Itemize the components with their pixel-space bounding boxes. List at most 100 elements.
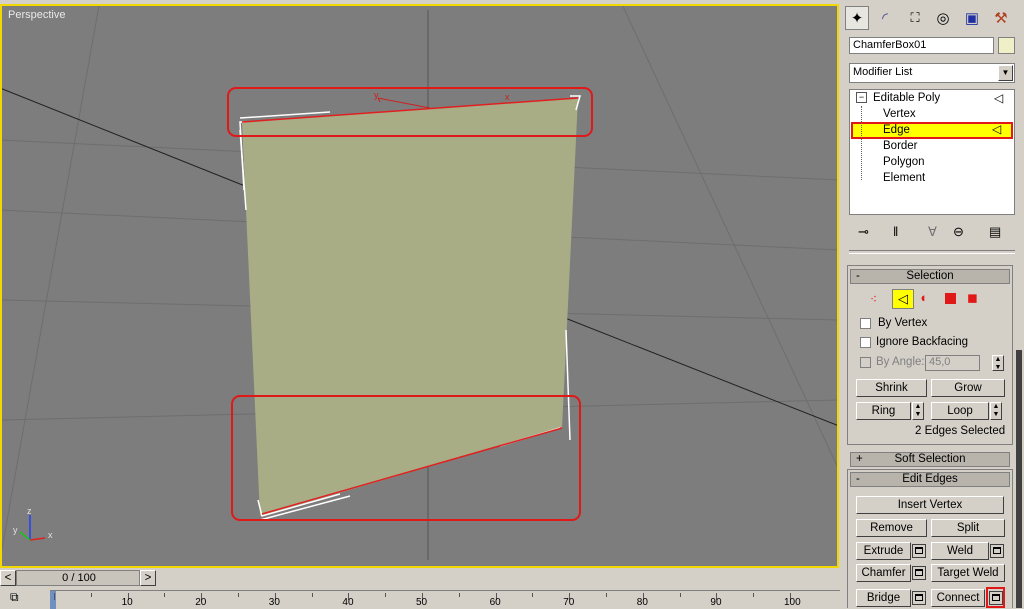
stack-item-border[interactable]: Border — [883, 138, 918, 154]
extrude-button[interactable]: Extrude — [856, 542, 911, 560]
utilities-icon[interactable]: ⚒ — [989, 6, 1013, 30]
shrink-button[interactable]: Shrink — [856, 379, 927, 397]
panel-scrollbar-thumb[interactable] — [1016, 350, 1022, 608]
viewport-scene: y x z y x — [2, 6, 837, 560]
chevron-down-icon[interactable]: ▼ — [998, 65, 1013, 81]
track-bar-toggle-icon[interactable]: ⧉ — [10, 590, 19, 605]
stack-item-edge-highlight — [851, 122, 1013, 139]
time-marker[interactable] — [50, 591, 56, 609]
split-button[interactable]: Split — [931, 519, 1005, 537]
ignore-backfacing-label: Ignore Backfacing — [876, 336, 969, 348]
target-weld-button[interactable]: Target Weld — [931, 564, 1005, 582]
element-mode-icon[interactable]: ◼ — [967, 290, 978, 306]
gizmo-y-label: y — [374, 90, 379, 100]
perspective-viewport[interactable]: Perspective y x z y x — [0, 4, 839, 568]
modifier-list-label: Modifier List — [853, 66, 913, 78]
collapse-icon[interactable]: − — [856, 92, 867, 104]
timeline-tick — [164, 593, 166, 597]
stack-item-element[interactable]: Element — [883, 170, 925, 186]
ignore-backfacing-checkbox[interactable] — [860, 337, 871, 348]
insert-vertex-button[interactable]: Insert Vertex — [856, 496, 1004, 514]
extrude-settings-icon[interactable] — [912, 544, 926, 558]
soft-selection-rollout-header[interactable]: + Soft Selection — [850, 452, 1010, 467]
timeline-tick — [753, 593, 755, 597]
make-unique-icon[interactable]: ∀ — [928, 224, 937, 240]
edit-edges-title: Edit Edges — [902, 473, 958, 485]
border-mode-icon[interactable]: ◖ — [919, 290, 927, 305]
connect-settings-icon[interactable] — [989, 591, 1003, 605]
timeline-tick — [54, 593, 55, 600]
timeline-tick-label: 40 — [342, 597, 354, 608]
motion-icon[interactable]: ◎ — [931, 6, 955, 30]
timeline-tick-label: 70 — [563, 597, 575, 608]
polygon-mode-icon[interactable] — [945, 293, 956, 304]
ring-button[interactable]: Ring — [856, 402, 911, 420]
timeline-tick-label: 100 — [784, 597, 801, 608]
edge-icon: ◁ — [992, 122, 1002, 136]
by-vertex-checkbox[interactable] — [860, 318, 871, 329]
timeline-tick — [606, 593, 607, 597]
svg-text:y: y — [13, 525, 18, 535]
time-slider-frame[interactable]: 0 / 100 — [18, 570, 140, 586]
selection-title: Selection — [906, 270, 954, 282]
modifier-stack — [849, 89, 1015, 215]
pin-stack-icon[interactable]: ⊸ — [858, 224, 869, 240]
object-color-swatch[interactable] — [998, 37, 1015, 54]
ring-spinner[interactable]: ▲ ▼ — [912, 402, 924, 420]
create-icon[interactable]: ✦ — [845, 6, 869, 30]
svg-text:x: x — [48, 530, 53, 540]
connect-button[interactable]: Connect — [931, 589, 985, 607]
chamfer-button[interactable]: Chamfer — [856, 564, 911, 582]
weld-button[interactable]: Weld — [931, 542, 989, 560]
bridge-settings-icon[interactable] — [912, 591, 926, 605]
timeline-tick — [532, 593, 534, 597]
selection-rollout-header[interactable]: - Selection — [850, 269, 1010, 284]
timeline-tick-label: 20 — [195, 597, 207, 608]
configure-modifier-sets-icon[interactable]: ▤ — [989, 224, 1001, 240]
remove-modifier-icon[interactable]: ⊖ — [953, 224, 964, 240]
svg-text:z: z — [27, 506, 32, 516]
timeline-tick-label: 90 — [710, 597, 722, 608]
selection-status: 2 Edges Selected — [915, 425, 1006, 437]
by-angle-checkbox[interactable] — [860, 357, 871, 368]
divider — [849, 250, 1015, 254]
timeline-tick — [311, 593, 313, 597]
timeline-tick — [458, 593, 460, 597]
bridge-button[interactable]: Bridge — [856, 589, 911, 607]
modify-icon[interactable]: ◜ — [873, 6, 897, 30]
soft-selection-title: Soft Selection — [894, 453, 966, 465]
grow-button[interactable]: Grow — [931, 379, 1005, 397]
by-angle-spinner[interactable]: ▲ ▼ — [992, 355, 1004, 371]
world-axis-gizmo: z y x — [13, 506, 53, 541]
hierarchy-icon[interactable]: ⛶ — [903, 6, 927, 30]
weld-settings-icon[interactable] — [990, 544, 1004, 558]
remove-button[interactable]: Remove — [856, 519, 927, 537]
stack-tree-line — [861, 106, 863, 180]
stack-root-label: Editable Poly — [873, 92, 941, 104]
stack-item-edge[interactable]: Edge — [883, 122, 910, 138]
edit-edges-rollout-header[interactable]: - Edit Edges — [850, 472, 1010, 487]
by-vertex-label: By Vertex — [878, 317, 928, 329]
object-name-field[interactable]: ChamferBox01 — [849, 37, 994, 54]
chamfer-settings-icon[interactable] — [912, 566, 926, 580]
timeline-prev-button[interactable]: < — [0, 570, 16, 586]
timeline-tick — [238, 593, 239, 597]
vertex-mode-icon[interactable]: ⁖ — [870, 292, 877, 306]
modifier-list-dropdown[interactable]: Modifier List ▼ — [849, 63, 1015, 83]
gizmo-x-label: x — [505, 92, 510, 102]
stack-item-polygon[interactable]: Polygon — [883, 154, 925, 170]
timeline-next-button[interactable]: > — [140, 570, 156, 586]
loop-spinner[interactable]: ▲ ▼ — [990, 402, 1002, 420]
timeline-tick — [679, 593, 681, 597]
edge-mode-button[interactable]: ◁ — [892, 289, 914, 309]
stack-item-vertex[interactable]: Vertex — [883, 106, 916, 122]
chamfer-box-face[interactable] — [242, 98, 578, 516]
gizmo-x-axis — [377, 97, 431, 109]
timeline-tick — [90, 593, 92, 597]
by-angle-input[interactable]: 45,0 — [925, 355, 980, 371]
stack-item-editable-poly[interactable]: − Editable Poly ◁ — [852, 90, 1012, 106]
show-end-result-icon[interactable]: ‖ — [893, 224, 898, 239]
display-icon[interactable]: ▣ — [960, 6, 984, 30]
loop-button[interactable]: Loop — [931, 402, 989, 420]
grid-axis-left — [2, 88, 251, 189]
